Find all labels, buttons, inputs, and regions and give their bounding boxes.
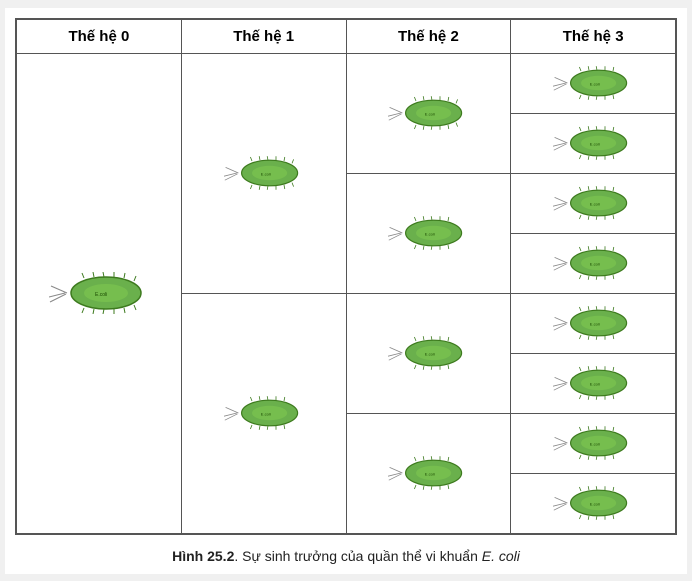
bacteria-gen3-7: E.coli: [553, 426, 633, 460]
svg-text:E.coli: E.coli: [590, 501, 600, 506]
gen3-cell-6: E.coli: [511, 353, 676, 413]
gen3-cell-5: E.coli: [511, 293, 676, 353]
bacteria-gen2-3: E.coli: [388, 336, 468, 370]
bacteria-gen3-2: E.coli: [553, 126, 633, 160]
gen2-cell-1: E.coli: [346, 53, 511, 173]
svg-text:E.coli: E.coli: [260, 171, 270, 176]
svg-text:E.coli: E.coli: [260, 411, 270, 416]
svg-text:E.coli: E.coli: [425, 111, 435, 116]
gen3-cell-4: E.coli: [511, 233, 676, 293]
generation-table: Thế hệ 0 Thế hệ 1 Thế hệ 2 Thế hệ 3: [16, 19, 676, 534]
bacteria-gen2-4: E.coli: [388, 456, 468, 490]
svg-text:E.coli: E.coli: [425, 231, 435, 236]
caption-species: E. coli: [482, 548, 520, 564]
svg-text:E.coli: E.coli: [590, 441, 600, 446]
bacteria-gen0: E.coli: [49, 272, 149, 314]
gen2-cell-2: E.coli: [346, 173, 511, 293]
svg-text:E.coli: E.coli: [590, 261, 600, 266]
bacteria-gen2-1: E.coli: [388, 96, 468, 130]
bacteria-gen3-8: E.coli: [553, 486, 633, 520]
gen3-cell-8: E.coli: [511, 473, 676, 533]
header-gen0: Thế hệ 0: [17, 19, 182, 53]
gen2-cell-3: E.coli: [346, 293, 511, 413]
bacteria-gen3-3: E.coli: [553, 186, 633, 220]
header-gen1: Thế hệ 1: [181, 19, 346, 53]
svg-text:E.coli: E.coli: [590, 141, 600, 146]
gen1-cell-1: E.coli: [181, 53, 346, 293]
bacteria-gen3-5: E.coli: [553, 306, 633, 340]
gen3-cell-7: E.coli: [511, 413, 676, 473]
svg-text:E.coli: E.coli: [425, 471, 435, 476]
svg-text:E.coli: E.coli: [425, 351, 435, 356]
gen3-cell-3: E.coli: [511, 173, 676, 233]
bacteria-gen3-1: E.coli: [553, 66, 633, 100]
gen2-cell-4: E.coli: [346, 413, 511, 533]
gen0-cell: E.coli: [17, 53, 182, 533]
bacteria-gen3-6: E.coli: [553, 366, 633, 400]
bacteria-gen2-2: E.coli: [388, 216, 468, 250]
gen1-cell-2: E.coli: [181, 293, 346, 533]
bacteria-gen1-1: E.coli: [224, 156, 304, 190]
gen3-cell-1: E.coli: [511, 53, 676, 113]
main-container: Thế hệ 0 Thế hệ 1 Thế hệ 2 Thế hệ 3: [5, 8, 687, 574]
table-wrapper: Thế hệ 0 Thế hệ 1 Thế hệ 2 Thế hệ 3: [15, 18, 677, 535]
caption-text: . Sự sinh trưởng của quần thể vi khuẩn: [234, 548, 481, 564]
svg-text:E.coli: E.coli: [590, 381, 600, 386]
svg-text:E.coli: E.coli: [590, 201, 600, 206]
caption-label: Hình 25.2: [172, 548, 234, 564]
bacteria-gen1-2: E.coli: [224, 396, 304, 430]
gen3-cell-2: E.coli: [511, 113, 676, 173]
bacteria-gen3-4: E.coli: [553, 246, 633, 280]
svg-text:E.coli: E.coli: [590, 321, 600, 326]
svg-text:E.coli: E.coli: [95, 292, 107, 298]
header-gen3: Thế hệ 3: [511, 19, 676, 53]
header-gen2: Thế hệ 2: [346, 19, 511, 53]
figure-caption: Hình 25.2. Sự sinh trưởng của quần thể v…: [15, 548, 677, 564]
svg-text:E.coli: E.coli: [590, 81, 600, 86]
